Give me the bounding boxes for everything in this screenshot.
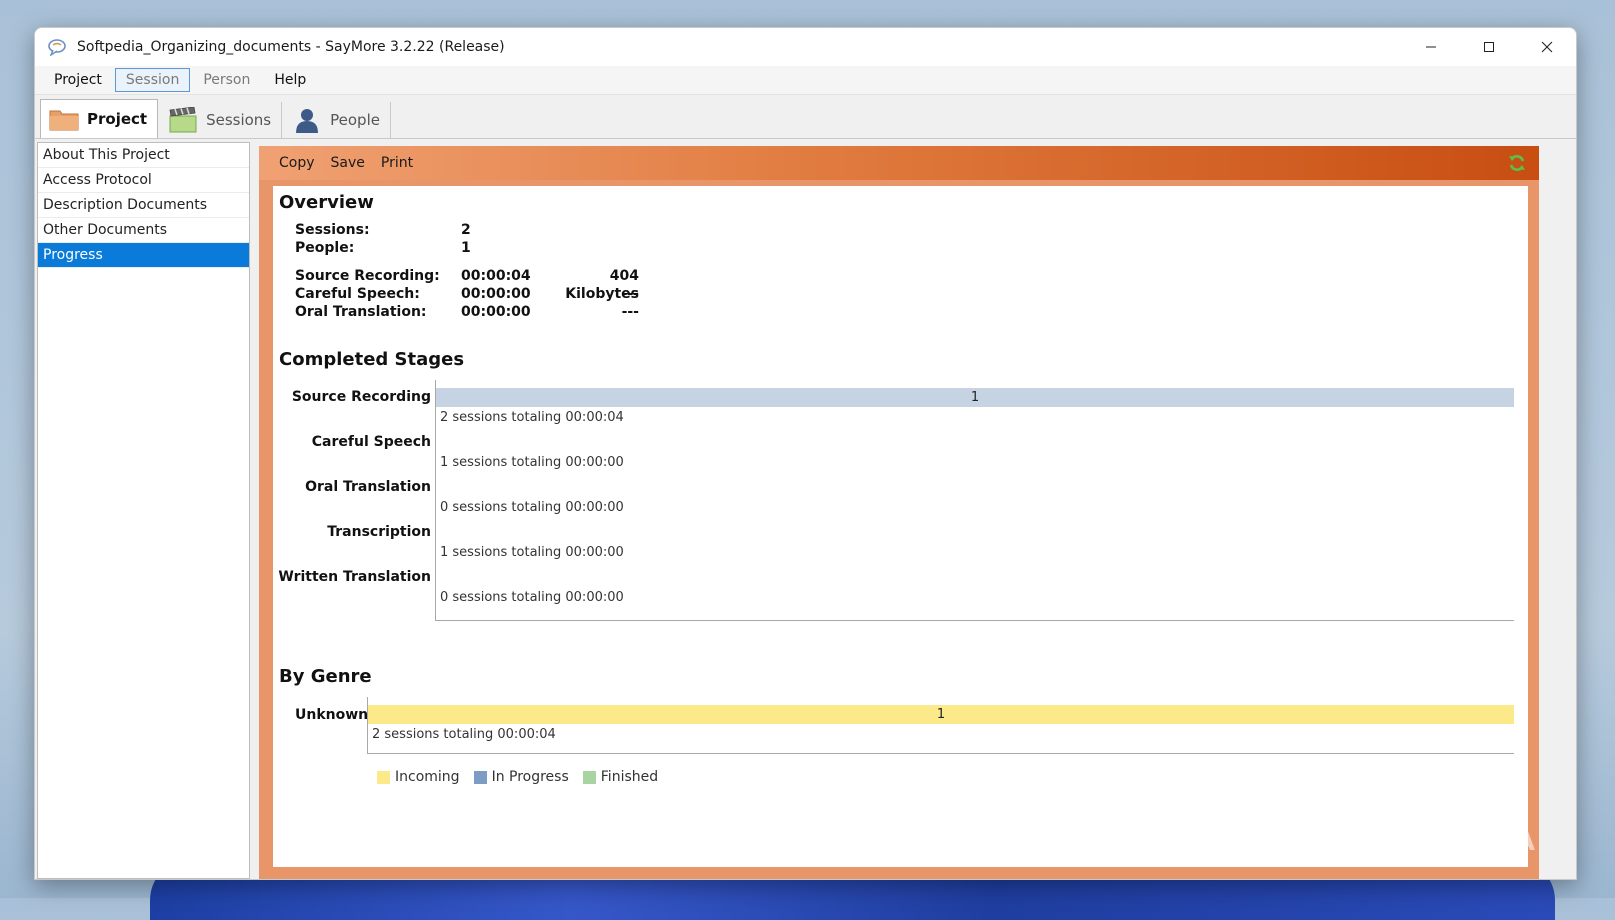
legend-swatch xyxy=(582,770,596,784)
app-window: Softpedia_Organizing_documents - SayMore… xyxy=(34,27,1577,880)
menu-bar: Project Session Person Help xyxy=(35,66,1576,95)
stages-plot-area: 1 2 sessions totaling 00:00:04 1 sessions … xyxy=(435,380,1514,621)
chart-legend: Incoming In Progress Finished xyxy=(377,769,1522,785)
maximize-button[interactable] xyxy=(1460,28,1518,66)
sidebar-item-about[interactable]: About This Project xyxy=(38,143,249,168)
window-title: Softpedia_Organizing_documents - SayMore… xyxy=(77,39,505,55)
completed-stages-chart: Source Recording Careful Speech Oral Trans… xyxy=(278,380,1522,621)
overview-value: 00:00:00 xyxy=(461,286,531,302)
stage-label: Source Recording xyxy=(291,389,431,405)
overview-row: People: 1 xyxy=(295,239,1522,257)
main-tab-bar: Project Sessions People xyxy=(35,95,1576,139)
stage-label: Oral Translation xyxy=(305,479,431,495)
tab-sessions[interactable]: Sessions xyxy=(160,102,283,138)
completed-stages-heading: Completed Stages xyxy=(279,349,465,370)
clapperboard-icon xyxy=(168,107,198,133)
close-button[interactable] xyxy=(1518,28,1576,66)
minimize-button[interactable] xyxy=(1402,28,1460,66)
sidebar-item-progress[interactable]: Progress xyxy=(38,243,249,268)
print-button[interactable]: Print xyxy=(381,155,413,171)
stage-bar: 1 xyxy=(436,388,1514,407)
sidebar-item-other-documents[interactable]: Other Documents xyxy=(38,218,249,243)
menu-project[interactable]: Project xyxy=(43,68,113,92)
menu-person[interactable]: Person xyxy=(192,68,261,92)
maximize-icon xyxy=(1484,42,1494,52)
legend-label: Finished xyxy=(600,769,659,785)
softpedia-watermark: SOFTPEDIA xyxy=(1362,827,1536,857)
overview-label: Oral Translation: xyxy=(295,304,427,320)
tab-project-label: Project xyxy=(87,110,148,128)
overview-size: 404 Kilobytes xyxy=(565,268,639,302)
overview-row: Source Recording: 00:00:04 404 Kilobytes xyxy=(295,267,1522,302)
stage-label: Transcription xyxy=(327,524,431,540)
tab-project[interactable]: Project xyxy=(40,99,159,138)
genre-bar: 1 xyxy=(368,705,1514,724)
stage-label: Careful Speech xyxy=(311,434,431,450)
overview-value: 2 xyxy=(461,222,471,238)
tab-people[interactable]: People xyxy=(284,102,391,138)
menu-session[interactable]: Session xyxy=(114,68,191,92)
genre-plot-area: 1 2 sessions totaling 00:00:04 xyxy=(367,697,1514,754)
overview-label: Sessions: xyxy=(295,222,370,238)
by-genre-heading: By Genre xyxy=(279,666,372,687)
overview-table: Sessions: 2 People: 1 Source Recording: … xyxy=(295,221,1522,321)
genre-label: Unknown xyxy=(295,707,369,723)
overview-row: Careful Speech: 00:00:00 --- xyxy=(295,285,1522,303)
title-bar[interactable]: Softpedia_Organizing_documents - SayMore… xyxy=(35,28,1576,66)
overview-row: Sessions: 2 xyxy=(295,221,1522,239)
overview-value: 1 xyxy=(461,240,471,256)
project-sidebar: About This Project Access Protocol Descr… xyxy=(37,142,250,879)
stage-summary: 1 sessions totaling 00:00:00 xyxy=(440,455,624,470)
menu-help[interactable]: Help xyxy=(263,68,317,92)
person-icon xyxy=(292,107,322,133)
legend-item: Incoming xyxy=(377,769,460,785)
overview-label: Source Recording: xyxy=(295,268,440,284)
legend-swatch xyxy=(377,770,390,784)
stage-summary: 0 sessions totaling 00:00:00 xyxy=(440,500,624,515)
tab-people-label: People xyxy=(330,111,380,129)
sidebar-item-access-protocol[interactable]: Access Protocol xyxy=(38,168,249,193)
refresh-icon[interactable] xyxy=(1507,153,1527,173)
stage-summary: 1 sessions totaling 00:00:00 xyxy=(440,545,624,560)
stage-summary: 2 sessions totaling 00:00:04 xyxy=(440,410,624,425)
minimize-icon xyxy=(1426,46,1436,48)
close-icon xyxy=(1541,41,1553,53)
legend-label: Incoming xyxy=(395,769,460,785)
overview-label: People: xyxy=(295,240,355,256)
legend-label: In Progress xyxy=(491,769,569,785)
stage-summary: 0 sessions totaling 00:00:00 xyxy=(440,590,624,605)
by-genre-section: By Genre Unknown 1 2 sessions totaling 00… xyxy=(279,666,1522,785)
save-button[interactable]: Save xyxy=(331,155,365,171)
sidebar-item-description-documents[interactable]: Description Documents xyxy=(38,193,249,218)
progress-report: Overview Sessions: 2 People: 1 Source Re… xyxy=(273,186,1528,867)
main-content: About This Project Access Protocol Descr… xyxy=(35,138,1576,879)
overview-size: --- xyxy=(621,286,639,302)
folder-icon xyxy=(49,106,79,132)
overview-row: Oral Translation: 00:00:00 --- xyxy=(295,303,1522,321)
legend-item: Finished xyxy=(582,769,659,785)
progress-panel: Copy Save Print Overview Sessions: 2 Peo… xyxy=(259,146,1539,879)
legend-swatch xyxy=(473,770,487,784)
tab-sessions-label: Sessions xyxy=(206,111,272,129)
completed-stages-section: Completed Stages Source Recording Careful… xyxy=(278,349,1522,621)
legend-item: In Progress xyxy=(473,769,569,785)
saymore-logo-icon xyxy=(45,35,69,59)
overview-heading: Overview xyxy=(279,192,374,213)
stage-label: Written Translation xyxy=(278,569,431,585)
overview-value: 00:00:00 xyxy=(461,304,531,320)
copy-button[interactable]: Copy xyxy=(279,155,315,171)
genre-summary: 2 sessions totaling 00:00:04 xyxy=(372,727,556,742)
report-toolbar: Copy Save Print xyxy=(259,146,1539,180)
by-genre-chart: Unknown 1 2 sessions totaling 00:00:04 xyxy=(279,697,1522,757)
overview-size: --- xyxy=(621,304,639,320)
overview-label: Careful Speech: xyxy=(295,286,420,302)
overview-value: 00:00:04 xyxy=(461,268,531,284)
